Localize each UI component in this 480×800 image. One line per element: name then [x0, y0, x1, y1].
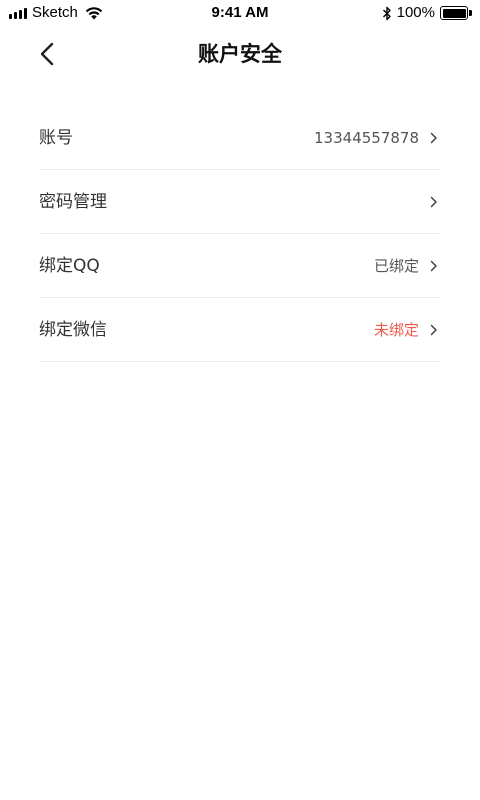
row-account[interactable]: 账号 13344557878	[39, 106, 441, 170]
row-right	[419, 190, 441, 214]
row-label: 绑定微信	[39, 320, 107, 340]
wechat-bind-status: 未绑定	[373, 321, 419, 339]
row-right: 13344557878	[314, 126, 441, 150]
row-label: 账号	[39, 128, 73, 148]
row-bind-qq[interactable]: 绑定QQ 已绑定	[39, 234, 441, 298]
row-bind-wechat[interactable]: 绑定微信 未绑定	[39, 298, 441, 362]
qq-bind-status: 已绑定	[373, 257, 419, 275]
chevron-right-icon	[430, 132, 437, 144]
status-bar: Sketch 9:41 AM 100%	[0, 0, 480, 26]
settings-list: 账号 13344557878 密码管理 绑定QQ 已绑定 绑定微信 未绑定	[39, 106, 441, 362]
nav-bar: 账户安全	[0, 26, 480, 82]
chevron-right-icon	[430, 260, 437, 272]
row-password-management[interactable]: 密码管理	[39, 170, 441, 234]
battery-percent: 100%	[396, 4, 435, 21]
row-label: 绑定QQ	[39, 256, 100, 276]
status-right: 100%	[382, 4, 472, 22]
chevron-right-icon	[430, 324, 437, 336]
row-label: 密码管理	[39, 192, 107, 212]
row-right: 已绑定	[374, 254, 441, 278]
page-title: 账户安全	[198, 42, 282, 66]
row-right: 未绑定	[374, 318, 441, 342]
bluetooth-icon	[382, 6, 391, 20]
chevron-right-icon	[430, 196, 437, 208]
battery-icon	[440, 6, 472, 20]
account-number: 13344557878	[314, 129, 419, 147]
